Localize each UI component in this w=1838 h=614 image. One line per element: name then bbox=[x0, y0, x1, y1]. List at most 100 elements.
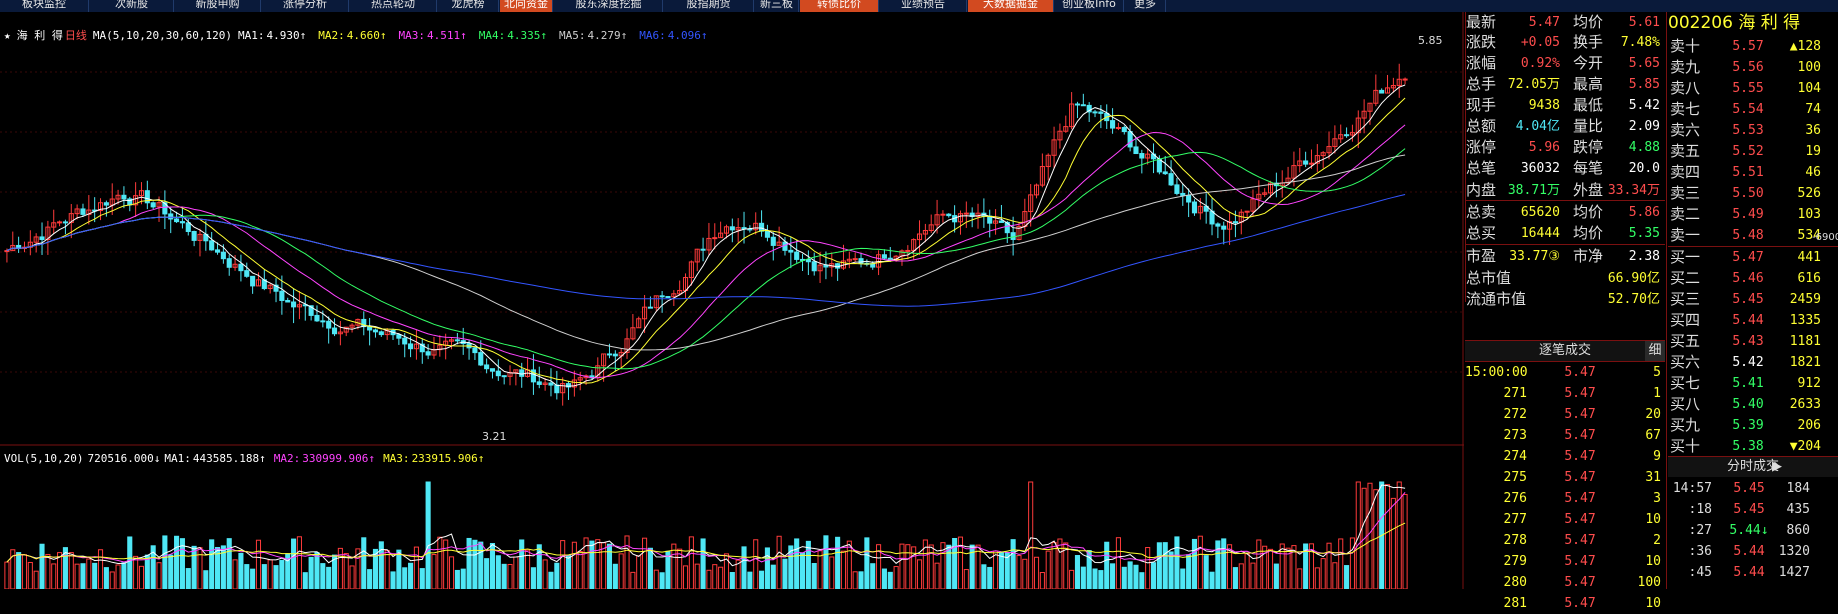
bid-row[interactable]: 买四 5.44 1335 bbox=[1668, 310, 1838, 331]
kline-chart[interactable]: 5.85 3.21 ★ 海 利 得日线 MA(5,10,20,30,60,120) MA… bbox=[0, 12, 1464, 589]
toolbar-tab[interactable]: 板块监控 bbox=[0, 0, 89, 12]
trades-detail-button[interactable]: 细 bbox=[1645, 341, 1665, 361]
toolbar-tab[interactable]: 业绩预告 bbox=[880, 0, 967, 12]
volume-bar bbox=[706, 569, 712, 589]
candle-body bbox=[150, 202, 156, 208]
trade-t: 279 bbox=[1503, 554, 1527, 569]
volume-bar bbox=[624, 535, 630, 589]
candle-body bbox=[214, 249, 221, 253]
quote-l1: 涨停 bbox=[1466, 138, 1497, 156]
volume-bar bbox=[782, 558, 788, 589]
volume-bar bbox=[519, 539, 525, 589]
volume-bar bbox=[390, 571, 396, 589]
ask-row[interactable]: 卖六 5.53 36 bbox=[1668, 120, 1838, 141]
bid-row[interactable]: 买十 5.38 ▼204 bbox=[1668, 436, 1838, 457]
book-l: 卖五 bbox=[1670, 142, 1701, 160]
ask-row[interactable]: 卖七 5.54 74 bbox=[1668, 99, 1838, 120]
toolbar-tab[interactable]: 新股申购 bbox=[175, 0, 261, 12]
bid-row[interactable]: 买五 5.43 1181 bbox=[1668, 331, 1838, 352]
volume-bar bbox=[138, 565, 145, 589]
volume-bar bbox=[226, 538, 232, 589]
bid-row[interactable]: 买三 5.45 2459 bbox=[1668, 289, 1838, 310]
volume-bar bbox=[665, 550, 671, 589]
volume-bar bbox=[203, 570, 209, 589]
volume-bar bbox=[729, 572, 735, 589]
ma-value: 4.096↑ bbox=[667, 29, 708, 42]
ask-row[interactable]: 卖五 5.52 19 bbox=[1668, 141, 1838, 162]
candle-body bbox=[1402, 78, 1408, 81]
candle-body bbox=[835, 263, 841, 269]
quote-divider bbox=[1465, 200, 1665, 201]
toolbar-tab[interactable]: 转债比价 bbox=[800, 0, 879, 12]
volume-bar bbox=[51, 563, 57, 589]
volume-bar bbox=[998, 552, 1004, 589]
trade-v: 5 bbox=[1653, 365, 1661, 380]
toolbar-tab[interactable]: 次新股 bbox=[90, 0, 174, 12]
candle-body bbox=[378, 331, 384, 336]
ask-row[interactable]: 卖八 5.55 104 bbox=[1668, 78, 1838, 99]
trades-header[interactable]: 逐笔成交 细 bbox=[1465, 340, 1665, 362]
volume-bar bbox=[993, 550, 999, 589]
candle-body bbox=[612, 353, 618, 357]
candle-body bbox=[998, 220, 1004, 223]
kline-canvas[interactable]: 5.85 3.21 bbox=[0, 12, 1464, 589]
volume-bar bbox=[1197, 535, 1203, 589]
toolbar-tab[interactable]: 股指期货 bbox=[664, 0, 754, 12]
volume-bar bbox=[413, 546, 419, 589]
volume-bar bbox=[565, 554, 572, 589]
volume-bar bbox=[595, 539, 601, 589]
book-p: 5.55 bbox=[1732, 81, 1764, 96]
volume-bar bbox=[1156, 542, 1162, 589]
trade-v: 3 bbox=[1653, 491, 1661, 506]
ask-row[interactable]: 卖二 5.49 103 bbox=[1668, 204, 1838, 225]
volume-bar bbox=[1022, 558, 1028, 589]
ask-row[interactable]: 卖三 5.50 526 bbox=[1668, 183, 1838, 204]
toolbar-tab[interactable]: 更多 bbox=[1125, 0, 1166, 12]
ma-legend-item: MA1: 4.930↑ bbox=[238, 29, 312, 42]
candle-body bbox=[536, 381, 542, 385]
toolbar-tab[interactable]: 热点轮动 bbox=[350, 0, 437, 12]
candle-body bbox=[1080, 104, 1086, 107]
ask-row[interactable]: 卖四 5.51 46 bbox=[1668, 162, 1838, 183]
bid-row[interactable]: 买二 5.46 616 bbox=[1668, 268, 1838, 289]
vol-ma-label: MA2: bbox=[273, 452, 301, 465]
ask-row[interactable]: 卖十 5.57 ▲128 bbox=[1668, 36, 1838, 57]
toolbar-tab[interactable]: 新三板 bbox=[755, 0, 799, 12]
fs-t: :27 bbox=[1688, 523, 1712, 538]
bid-row[interactable]: 买一 5.47 441 bbox=[1668, 247, 1838, 268]
star-icon: ★ bbox=[4, 29, 11, 42]
quote-row: 总市值 66.90亿 bbox=[1466, 268, 1666, 289]
ask-row[interactable]: 卖九 5.56 100 bbox=[1668, 57, 1838, 78]
volume-bar bbox=[162, 535, 168, 589]
quote-v2: 2.09 bbox=[1628, 119, 1660, 134]
candle-body bbox=[191, 230, 197, 241]
trade-row: 280 5.47 100 bbox=[1465, 572, 1665, 593]
bid-row[interactable]: 买七 5.41 912 bbox=[1668, 373, 1838, 394]
fs-expand-icon[interactable]: ▶ bbox=[1772, 457, 1782, 477]
book-p: 5.49 bbox=[1732, 207, 1764, 222]
candle-body bbox=[1215, 223, 1221, 227]
toolbar-tab[interactable]: 大数据掘金 bbox=[968, 0, 1054, 12]
book-q: 104 bbox=[1797, 81, 1821, 96]
fs-header[interactable]: ▶ 分时成交 bbox=[1668, 456, 1838, 477]
fs-v: 1320 bbox=[1778, 544, 1810, 559]
bid-row[interactable]: 买九 5.39 206 bbox=[1668, 415, 1838, 436]
toolbar-tab[interactable]: 北向资金 bbox=[500, 0, 553, 12]
volume-bar bbox=[250, 568, 256, 589]
volume-bar bbox=[823, 535, 829, 589]
candle-body bbox=[425, 351, 431, 356]
book-q: 912 bbox=[1797, 376, 1821, 391]
bid-row[interactable]: 买六 5.42 1821 bbox=[1668, 352, 1838, 373]
toolbar-tab[interactable]: 股东深度挖掘 bbox=[555, 0, 663, 12]
volume-bar bbox=[718, 566, 724, 589]
quote-panel: 最新 5.47 均价 5.61 涨跌 +0.05 换手 7.48% 涨幅 0.92% 今开 5.65 总… bbox=[1465, 12, 1666, 308]
toolbar-tab[interactable]: 涨停分析 bbox=[262, 0, 349, 12]
candle-body bbox=[729, 226, 735, 231]
toolbar-tab[interactable]: 龙虎榜 bbox=[438, 0, 499, 12]
volume-bar bbox=[864, 537, 870, 589]
candle-body bbox=[57, 221, 63, 224]
toolbar-tab[interactable]: 创业板Info bbox=[1055, 0, 1124, 12]
bid-row[interactable]: 买八 5.40 2633 bbox=[1668, 394, 1838, 415]
volume-bar bbox=[1033, 556, 1040, 589]
trade-p: 5.47 bbox=[1564, 491, 1596, 506]
